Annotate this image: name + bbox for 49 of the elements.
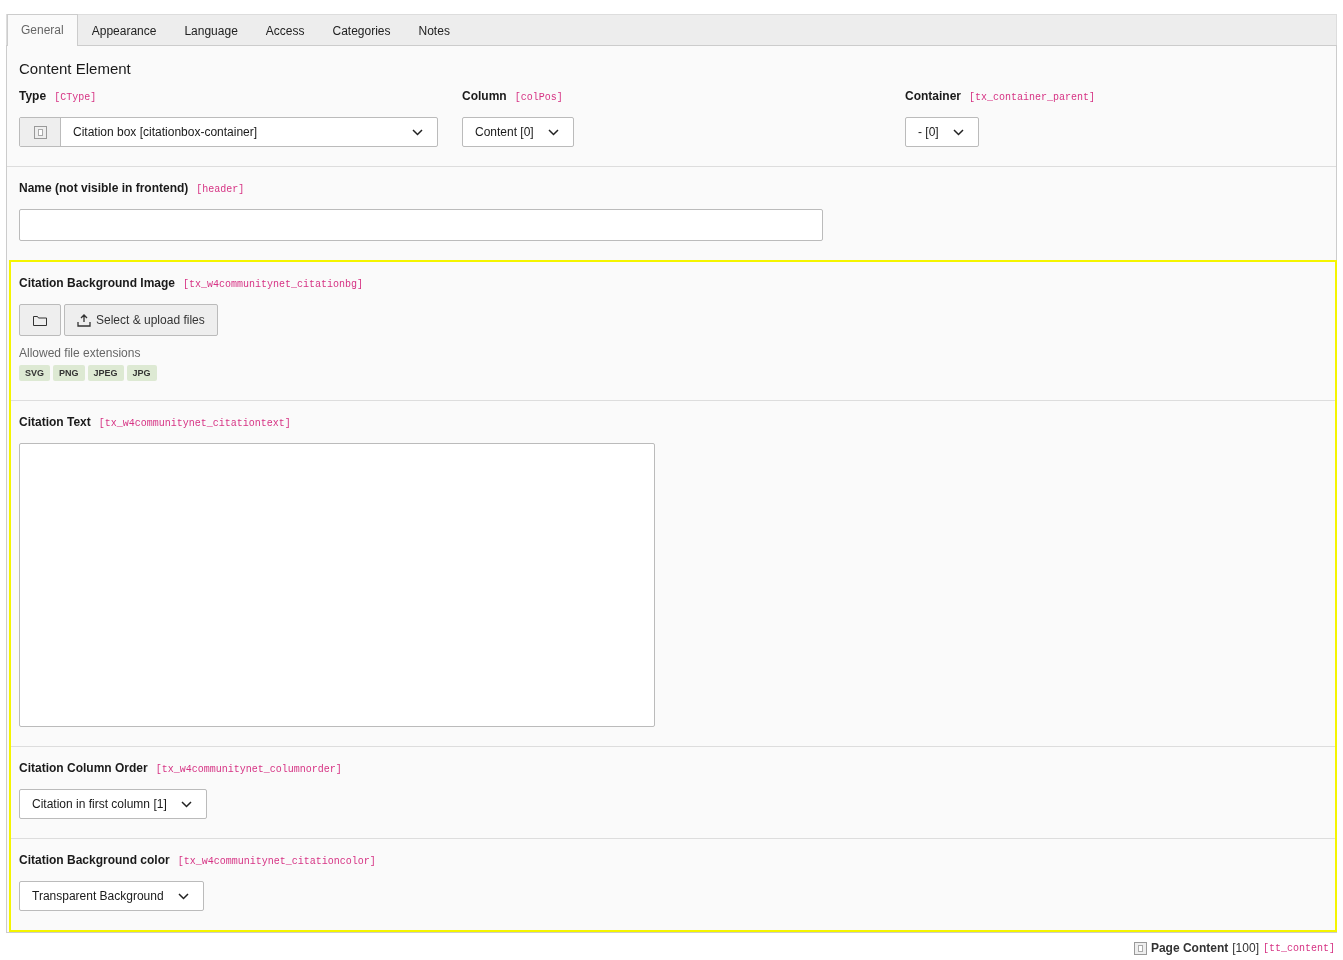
select-field[interactable]: Transparent Background xyxy=(19,881,204,911)
text-area[interactable] xyxy=(19,443,655,727)
folder-icon xyxy=(33,314,47,326)
field-label: Citation Text xyxy=(19,415,91,429)
tab[interactable]: Notes xyxy=(404,15,464,46)
field-label: Container xyxy=(905,89,961,103)
record-table-name: [tt_content] xyxy=(1263,942,1335,954)
select-field[interactable]: Content [0] xyxy=(462,117,574,147)
chevron-down-icon xyxy=(177,892,189,900)
tab[interactable]: Appearance xyxy=(77,15,171,46)
field-label: Citation Background Image xyxy=(19,276,176,290)
chevron-down-icon xyxy=(180,800,192,808)
extension-tag: JPG xyxy=(126,365,157,381)
select-field[interactable]: Citation in first column [1] xyxy=(19,789,207,819)
field-name: [CType] xyxy=(54,92,97,103)
record-icon xyxy=(33,125,47,139)
field-name: [tx_w4communitynet_citationbg] xyxy=(183,279,364,290)
extension-tag: JPEG xyxy=(87,365,124,381)
field-name: [tx_w4communitynet_citationtext] xyxy=(98,418,291,429)
upload-button[interactable]: Select & upload files xyxy=(64,304,218,336)
field-name: [tx_container_parent] xyxy=(969,92,1096,103)
tab[interactable]: Access xyxy=(251,15,319,46)
text-field[interactable] xyxy=(19,209,823,241)
field-name: [tx_w4communitynet_citationcolor] xyxy=(177,856,376,867)
record-uid: [100] xyxy=(1232,941,1259,955)
chevron-down-icon xyxy=(412,128,423,136)
field-name: [header] xyxy=(196,184,245,195)
field-label: Citation Column Order xyxy=(19,761,148,775)
tab[interactable]: Language xyxy=(170,15,252,46)
tab[interactable]: General xyxy=(7,14,78,46)
select-field[interactable]: - [0] xyxy=(905,117,979,147)
extension-tag: SVG xyxy=(19,365,50,381)
chevron-down-icon xyxy=(547,128,559,136)
field-label: Citation Background color xyxy=(19,853,170,867)
field-label: Type xyxy=(19,89,47,103)
record-icon xyxy=(1133,941,1147,955)
chevron-down-icon xyxy=(952,128,964,136)
field-name: [tx_w4communitynet_columnorder] xyxy=(155,764,342,775)
section-heading: Content Element xyxy=(19,60,132,77)
field-label: Column xyxy=(462,89,507,103)
hint-text: Allowed file extensions xyxy=(19,346,141,360)
tab[interactable]: Categories xyxy=(318,15,405,46)
record-table: Page Content xyxy=(1150,941,1229,955)
field-label: Name (not visible in frontend) xyxy=(19,181,189,195)
field-name: [colPos] xyxy=(514,92,563,103)
extension-tag: PNG xyxy=(53,365,85,381)
select-field[interactable]: Citation box [citationbox-container] xyxy=(19,117,438,147)
upload-icon xyxy=(77,313,91,327)
browse-folder-button[interactable] xyxy=(19,304,61,336)
